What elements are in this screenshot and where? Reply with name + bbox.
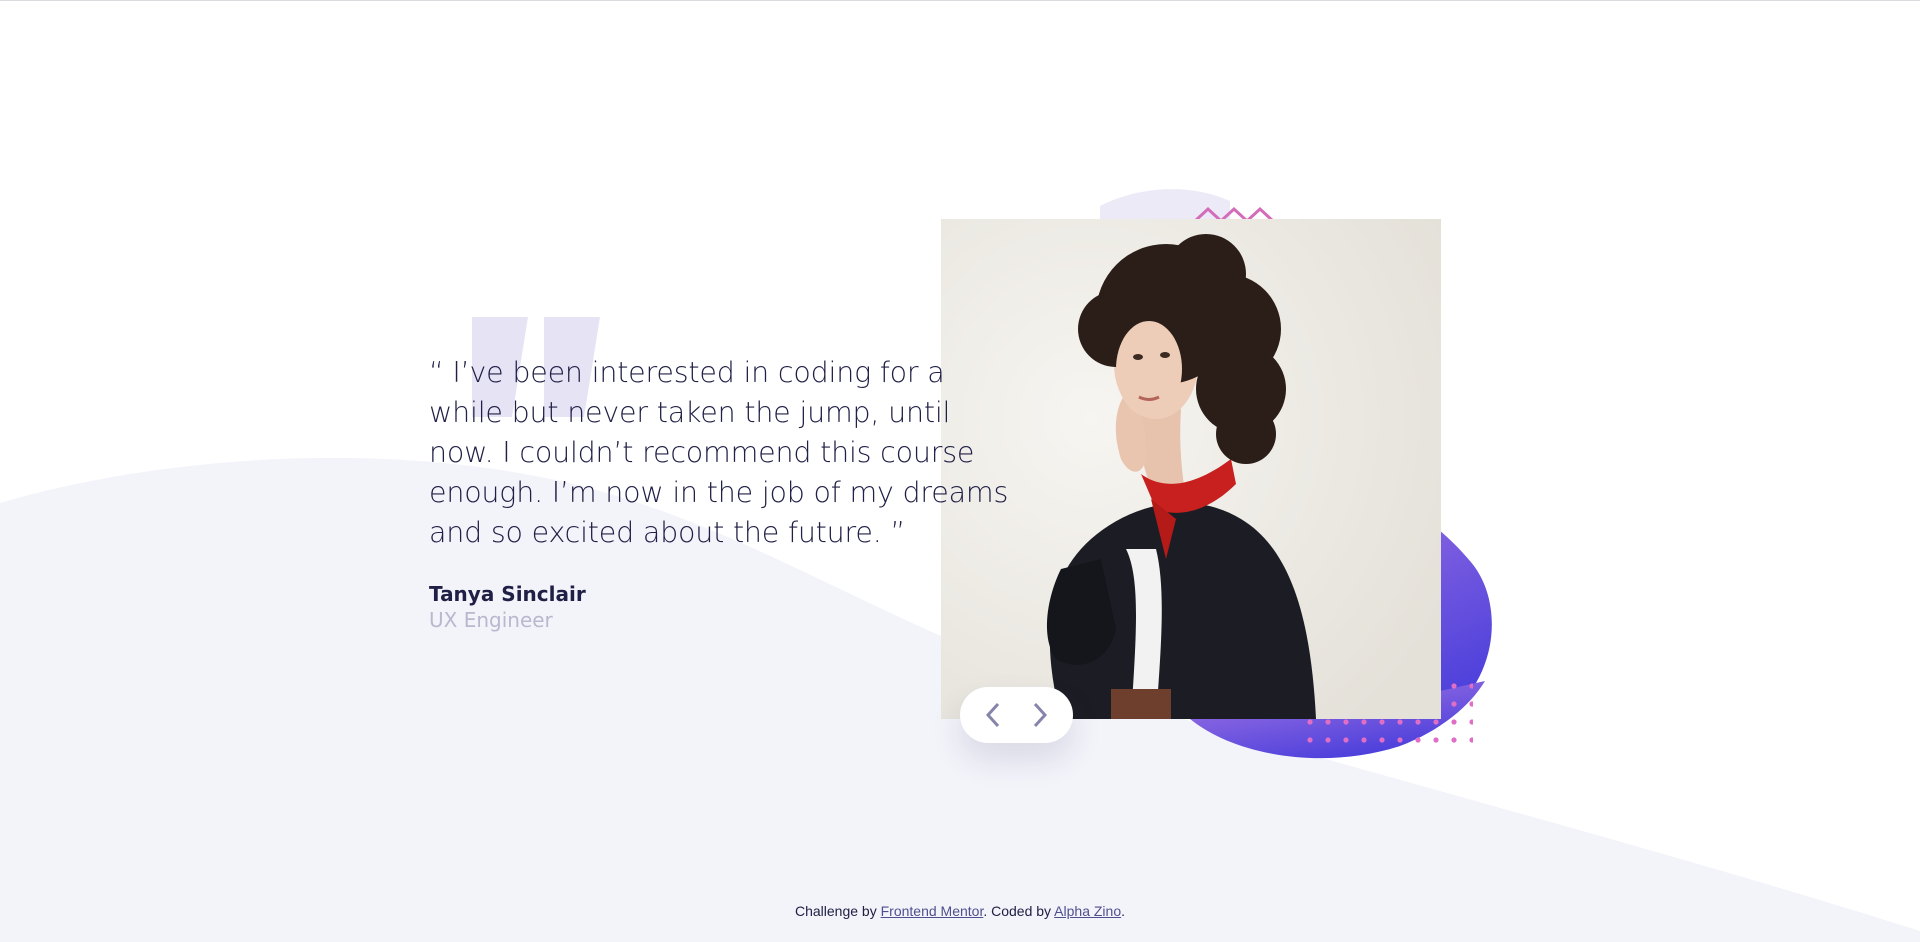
author-role: UX Engineer [429, 608, 553, 632]
previous-button[interactable] [975, 697, 1011, 733]
author-link[interactable]: Alpha Zino [1054, 903, 1121, 919]
testimonial-quote: “ I’ve been interested in coding for a w… [429, 356, 1009, 549]
attribution-footer: Challenge by Frontend Mentor. Coded by A… [0, 903, 1920, 919]
chevron-left-icon [986, 702, 1000, 728]
footer-prefix: Challenge by [794, 903, 881, 919]
footer-suffix: . [1121, 903, 1125, 919]
testimonial-content: “ I’ve been interested in coding for a w… [429, 353, 1019, 633]
page: “ I’ve been interested in coding for a w… [0, 0, 1920, 942]
frontend-mentor-link[interactable]: Frontend Mentor [881, 903, 984, 919]
next-button[interactable] [1022, 697, 1058, 733]
chevron-right-icon [1033, 702, 1047, 728]
slider-navigation [960, 687, 1073, 743]
footer-middle: . Coded by [983, 903, 1055, 919]
author-name: Tanya Sinclair [429, 582, 586, 606]
